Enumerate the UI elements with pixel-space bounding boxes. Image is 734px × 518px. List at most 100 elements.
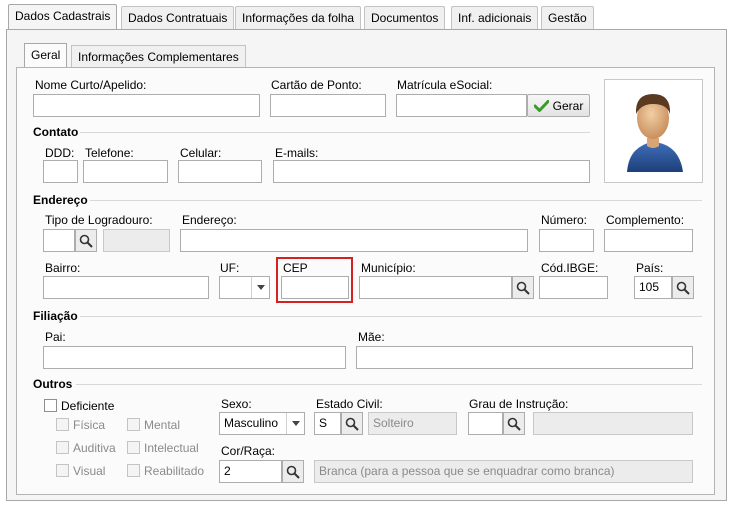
tab-inf-adicionais-label: Inf. adicionais [458, 11, 532, 25]
bairro-label: Bairro: [45, 261, 81, 275]
municipio-input[interactable] [359, 276, 512, 299]
tipo-logradouro-search-button[interactable] [75, 229, 97, 252]
outros-divider [76, 384, 702, 385]
grau-instrucao-search-button[interactable] [503, 412, 525, 435]
deficiente-checkbox[interactable] [44, 399, 57, 412]
auditiva-checkbox[interactable] [56, 441, 69, 454]
tab-inf-adicionais[interactable]: Inf. adicionais [451, 6, 539, 30]
search-icon [507, 417, 521, 431]
check-icon [533, 99, 549, 112]
celular-label: Celular: [180, 146, 222, 160]
tab-informacoes-folha[interactable]: Informações da folha [235, 6, 362, 30]
sexo-label: Sexo: [221, 397, 252, 411]
deficiente-label: Deficiente [61, 399, 115, 413]
nome-curto-label: Nome Curto/Apelido: [35, 78, 147, 92]
matricula-esocial-input[interactable] [396, 94, 527, 117]
telefone-input[interactable] [83, 160, 168, 183]
cep-highlight-box [276, 257, 353, 303]
visual-label: Visual [73, 464, 106, 478]
tab-gestao-label: Gestão [548, 11, 587, 25]
visual-checkbox[interactable] [56, 464, 69, 477]
contato-section-title: Contato [33, 125, 79, 139]
tab-informacoes-folha-label: Informações da folha [242, 11, 355, 25]
tipo-logradouro-label: Tipo de Logradouro: [45, 213, 153, 227]
pai-label: Pai: [45, 330, 66, 344]
search-icon [676, 281, 690, 295]
mae-label: Mãe: [358, 330, 385, 344]
search-icon [516, 281, 530, 295]
endereco-divider [90, 200, 702, 201]
complemento-input[interactable] [604, 229, 693, 252]
uf-select[interactable] [219, 276, 270, 299]
mental-checkbox[interactable] [127, 418, 140, 431]
chevron-down-icon [286, 413, 304, 434]
reabilitado-label: Reabilitado [144, 464, 205, 478]
tab-dados-contratuais[interactable]: Dados Contratuais [121, 6, 235, 30]
mental-label: Mental [144, 418, 181, 432]
endereco-section-title: Endereço [33, 193, 88, 207]
grau-instrucao-code-input[interactable] [468, 412, 503, 435]
filiacao-section-title: Filiação [33, 309, 78, 323]
grau-instrucao-desc [533, 412, 693, 435]
cor-raca-code-input[interactable]: 2 [219, 460, 282, 483]
nome-curto-input[interactable] [33, 94, 260, 117]
pai-input[interactable] [43, 346, 346, 369]
reabilitado-checkbox[interactable] [127, 464, 140, 477]
chevron-down-icon [251, 277, 269, 298]
fisica-checkbox[interactable] [56, 418, 69, 431]
pais-label: País: [636, 261, 664, 275]
municipio-label: Município: [361, 261, 416, 275]
cor-raca-search-button[interactable] [282, 460, 304, 483]
tipo-logradouro-input[interactable] [43, 229, 75, 252]
emails-input[interactable] [273, 160, 590, 183]
tab-documentos[interactable]: Documentos [364, 6, 446, 30]
user-avatar-icon [627, 94, 683, 172]
bairro-input[interactable] [43, 276, 209, 299]
subtab-informacoes-complementares[interactable]: Informações Complementares [71, 45, 246, 69]
municipio-search-button[interactable] [512, 276, 534, 299]
subtab-informacoes-complementares-label: Informações Complementares [78, 50, 239, 64]
search-icon [345, 417, 359, 431]
matricula-esocial-label: Matrícula eSocial: [397, 78, 493, 92]
filiacao-divider [80, 316, 702, 317]
estado-civil-label: Estado Civil: [316, 397, 383, 411]
subtab-geral[interactable]: Geral [24, 43, 68, 69]
tab-dados-contratuais-label: Dados Contratuais [128, 11, 228, 25]
uf-label: UF: [220, 261, 240, 275]
sexo-value: Masculino [224, 416, 279, 430]
cod-ibge-input[interactable] [539, 276, 608, 299]
estado-civil-code-input[interactable]: S [314, 412, 341, 435]
search-icon [286, 465, 300, 479]
endereco-label: Endereço: [182, 213, 237, 227]
pais-search-button[interactable] [672, 276, 694, 299]
search-icon [79, 234, 93, 248]
pais-input[interactable]: 105 [634, 276, 672, 299]
complemento-label: Complemento: [606, 213, 685, 227]
grau-instrucao-label: Grau de Instrução: [469, 397, 569, 411]
subtab-geral-label: Geral [31, 48, 61, 62]
tipo-logradouro-desc [103, 229, 170, 252]
tab-dados-cadastrais-label: Dados Cadastrais [15, 9, 111, 23]
sexo-select[interactable]: Masculino [219, 412, 305, 435]
mae-input[interactable] [356, 346, 693, 369]
tab-gestao[interactable]: Gestão [541, 6, 594, 30]
auditiva-label: Auditiva [73, 441, 116, 455]
fisica-label: Física [73, 418, 106, 432]
celular-input[interactable] [178, 160, 262, 183]
cartao-ponto-input[interactable] [270, 94, 386, 117]
estado-civil-search-button[interactable] [341, 412, 363, 435]
emails-label: E-mails: [275, 146, 319, 160]
numero-input[interactable] [539, 229, 594, 252]
endereco-input[interactable] [180, 229, 528, 252]
contato-divider [80, 132, 590, 133]
tab-dados-cadastrais[interactable]: Dados Cadastrais [8, 4, 118, 30]
tab-documentos-label: Documentos [371, 11, 439, 25]
numero-label: Número: [541, 213, 588, 227]
cor-raca-desc: Branca (para a pessoa que se enquadrar c… [314, 460, 693, 483]
ddd-input[interactable] [43, 160, 78, 183]
intelectual-checkbox[interactable] [127, 441, 140, 454]
gerar-button[interactable]: Gerar [527, 94, 590, 117]
ddd-label: DDD: [45, 146, 75, 160]
estado-civil-desc: Solteiro [368, 412, 457, 435]
employee-photo[interactable] [604, 79, 703, 183]
